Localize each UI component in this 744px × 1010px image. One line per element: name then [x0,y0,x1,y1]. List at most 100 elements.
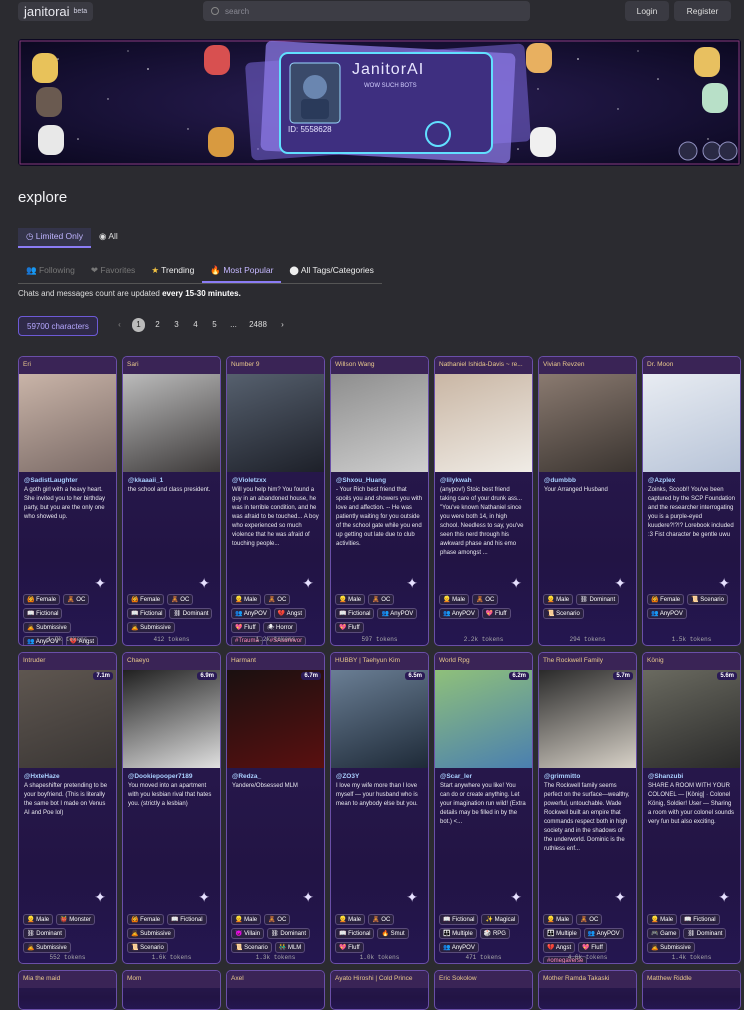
page-4[interactable]: 4 [186,318,205,332]
logo[interactable]: janitorai beta [18,2,94,21]
page-3[interactable]: 3 [167,318,186,332]
tag-chip[interactable]: 🎮 Game [647,928,681,939]
tag-chip[interactable]: ⛓ Dominant [169,608,213,619]
character-card[interactable]: Willson Wang @Shxou_Huang - Your Rich best… [330,356,429,646]
tag-chip[interactable]: 📜 Scenario [543,608,584,619]
author-link[interactable]: @HxteHaze [19,768,116,782]
character-card[interactable]: Harmant 6.7m @Redza_ Yandere/Obsessed MLM 👱 … [226,652,325,964]
tag-chip[interactable]: 📖 Fictional [439,914,479,925]
tag-chip[interactable]: 📖 Fictional [23,608,63,619]
tag-chip[interactable]: 🧸 OC [368,914,395,925]
page-1[interactable]: 1 [132,318,145,332]
character-image[interactable]: 7.1m [19,670,116,768]
tab-limited-only[interactable]: ◷ Limited Only [18,228,92,248]
tag-chip[interactable]: 💔 Angst [543,942,576,953]
tag-chip[interactable]: 🧸 OC [472,594,499,605]
tag-chip[interactable]: 🙆 Female [647,594,685,605]
author-link[interactable]: @lilykwah [435,472,532,486]
tag-chip[interactable]: 💖 Fluff [335,942,364,953]
tag-chip[interactable]: 👱 Male [543,914,574,925]
tab-favorites[interactable]: ❤ Favorites [83,262,143,283]
tag-chip[interactable]: 🧸 OC [63,594,90,605]
author-link[interactable]: @kkaaaii_1 [123,472,220,486]
tag-chip[interactable]: 🙆 Female [23,594,61,605]
tag-chip[interactable]: 🙇 Submissive [647,942,695,953]
character-image[interactable]: 5.6m [643,670,740,768]
tag-chip[interactable]: 👹 Monster [56,914,95,925]
tag-chip[interactable]: 📜 Scenario [231,942,272,953]
author-link[interactable]: @Shxou_Huang [331,472,428,486]
character-card[interactable]: World Rpg 6.2m @Scar_ler Start anywhere you… [434,652,533,964]
character-card[interactable]: Vivian Revzen @dumbbb Your Arranged Husban… [538,356,637,646]
tag-chip[interactable]: 📖 Fictional [680,914,720,925]
character-image[interactable]: 6.7m [227,670,324,768]
tag-chip[interactable]: 💖 Fluff [231,622,260,633]
author-link[interactable]: @Dookiepooper7189 [123,768,220,782]
author-link[interactable]: @Violetzxx [227,472,324,486]
tag-chip[interactable]: 👥 AnyPOV [377,608,418,619]
author-link[interactable]: @Redza_ [227,768,324,782]
character-card[interactable]: Eric Sokolow [434,970,533,1010]
tag-chip[interactable]: 🙆 Female [127,914,165,925]
tag-chip[interactable]: 😈 Villain [231,928,265,939]
tag-chip[interactable]: 👥 AnyPOV [231,608,271,619]
page-last[interactable]: 2488 [243,318,273,332]
tag-chip[interactable]: 👱 Male [335,594,366,605]
tag-chip[interactable]: 📖 Fictional [127,608,167,619]
tag-chip[interactable]: 👱 Male [439,594,470,605]
login-button[interactable]: Login [625,1,669,21]
prev-page-icon[interactable]: ‹ [110,318,129,332]
tab-all[interactable]: ◉ All [91,228,126,248]
character-image[interactable] [435,374,532,472]
tag-chip[interactable]: 👬 MLM [274,942,306,953]
register-button[interactable]: Register [674,1,731,21]
character-card[interactable]: König 5.6m @Shanzubi SHARE A ROOM WITH YOUR… [642,652,741,964]
character-image[interactable] [19,374,116,472]
tag-chip[interactable]: 👪 Multiple [543,928,581,939]
tag-chip[interactable]: 🧸 OC [368,594,395,605]
tab-following[interactable]: 👥 Following [18,262,83,283]
tag-chip[interactable]: 📜 Scenario [127,942,168,953]
page-2[interactable]: 2 [148,318,167,332]
tag-chip[interactable]: 💖 Fluff [335,622,364,633]
tag-chip[interactable]: 👥 AnyPOV [583,928,624,939]
character-card[interactable]: Eri @SadistLaughter A goth girl with a hea… [18,356,117,646]
character-image[interactable]: 6.2m [435,670,532,768]
tag-chip[interactable]: 📖 Fictional [335,608,375,619]
tag-chip[interactable]: 🧸 OC [167,594,194,605]
character-card[interactable]: Mom [122,970,221,1010]
character-card[interactable]: Mia the maid [18,970,117,1010]
search-input[interactable] [225,6,515,16]
character-card[interactable]: Mother Ramda Takaski [538,970,637,1010]
tag-chip[interactable]: 👱 Male [543,594,574,605]
tag-chip[interactable]: ⛓ Dominant [23,928,66,939]
author-link[interactable]: @dumbbb [539,472,636,486]
tag-chip[interactable]: 📖 Fictional [335,928,375,939]
character-card[interactable]: Axel [226,970,325,1010]
next-page-icon[interactable]: › [273,318,292,332]
tag-chip[interactable]: 💖 Fluff [481,608,511,619]
tab-all-tags[interactable]: ⬤ All Tags/Categories [281,262,381,283]
character-image[interactable] [539,374,636,472]
author-link[interactable]: @SadistLaughter [19,472,116,486]
tag-chip[interactable]: ✨ Magical [481,914,520,925]
tag-chip[interactable]: 🙇 Submissive [23,942,71,953]
character-card[interactable]: The Rockwell Family 5.7m @grimmitto The Roc… [538,652,637,964]
tag-chip[interactable]: 🎲 RPG [479,928,510,939]
tab-most-popular[interactable]: 🔥 Most Popular [202,262,282,283]
character-image[interactable] [123,374,220,472]
character-image[interactable] [227,374,324,472]
character-image[interactable]: 6.5m [331,670,428,768]
author-link[interactable]: @Scar_ler [435,768,532,782]
tag-chip[interactable]: ⛓ Dominant [267,928,311,939]
tag-chip[interactable]: 🕷 Horror [262,622,298,633]
search-bar[interactable] [203,1,530,21]
tag-chip[interactable]: 👱 Male [335,914,366,925]
tag-chip[interactable]: 💔 Angst [273,608,306,619]
tag-chip[interactable]: 📜 Scenario [687,594,728,605]
character-image[interactable] [331,374,428,472]
character-card[interactable]: Dr. Moon @Azplex Zoinks, Scoob!! You've be… [642,356,741,646]
author-link[interactable]: @Azplex [643,472,740,486]
character-image[interactable]: 5.7m [539,670,636,768]
tab-trending[interactable]: ★ Trending [143,262,202,283]
